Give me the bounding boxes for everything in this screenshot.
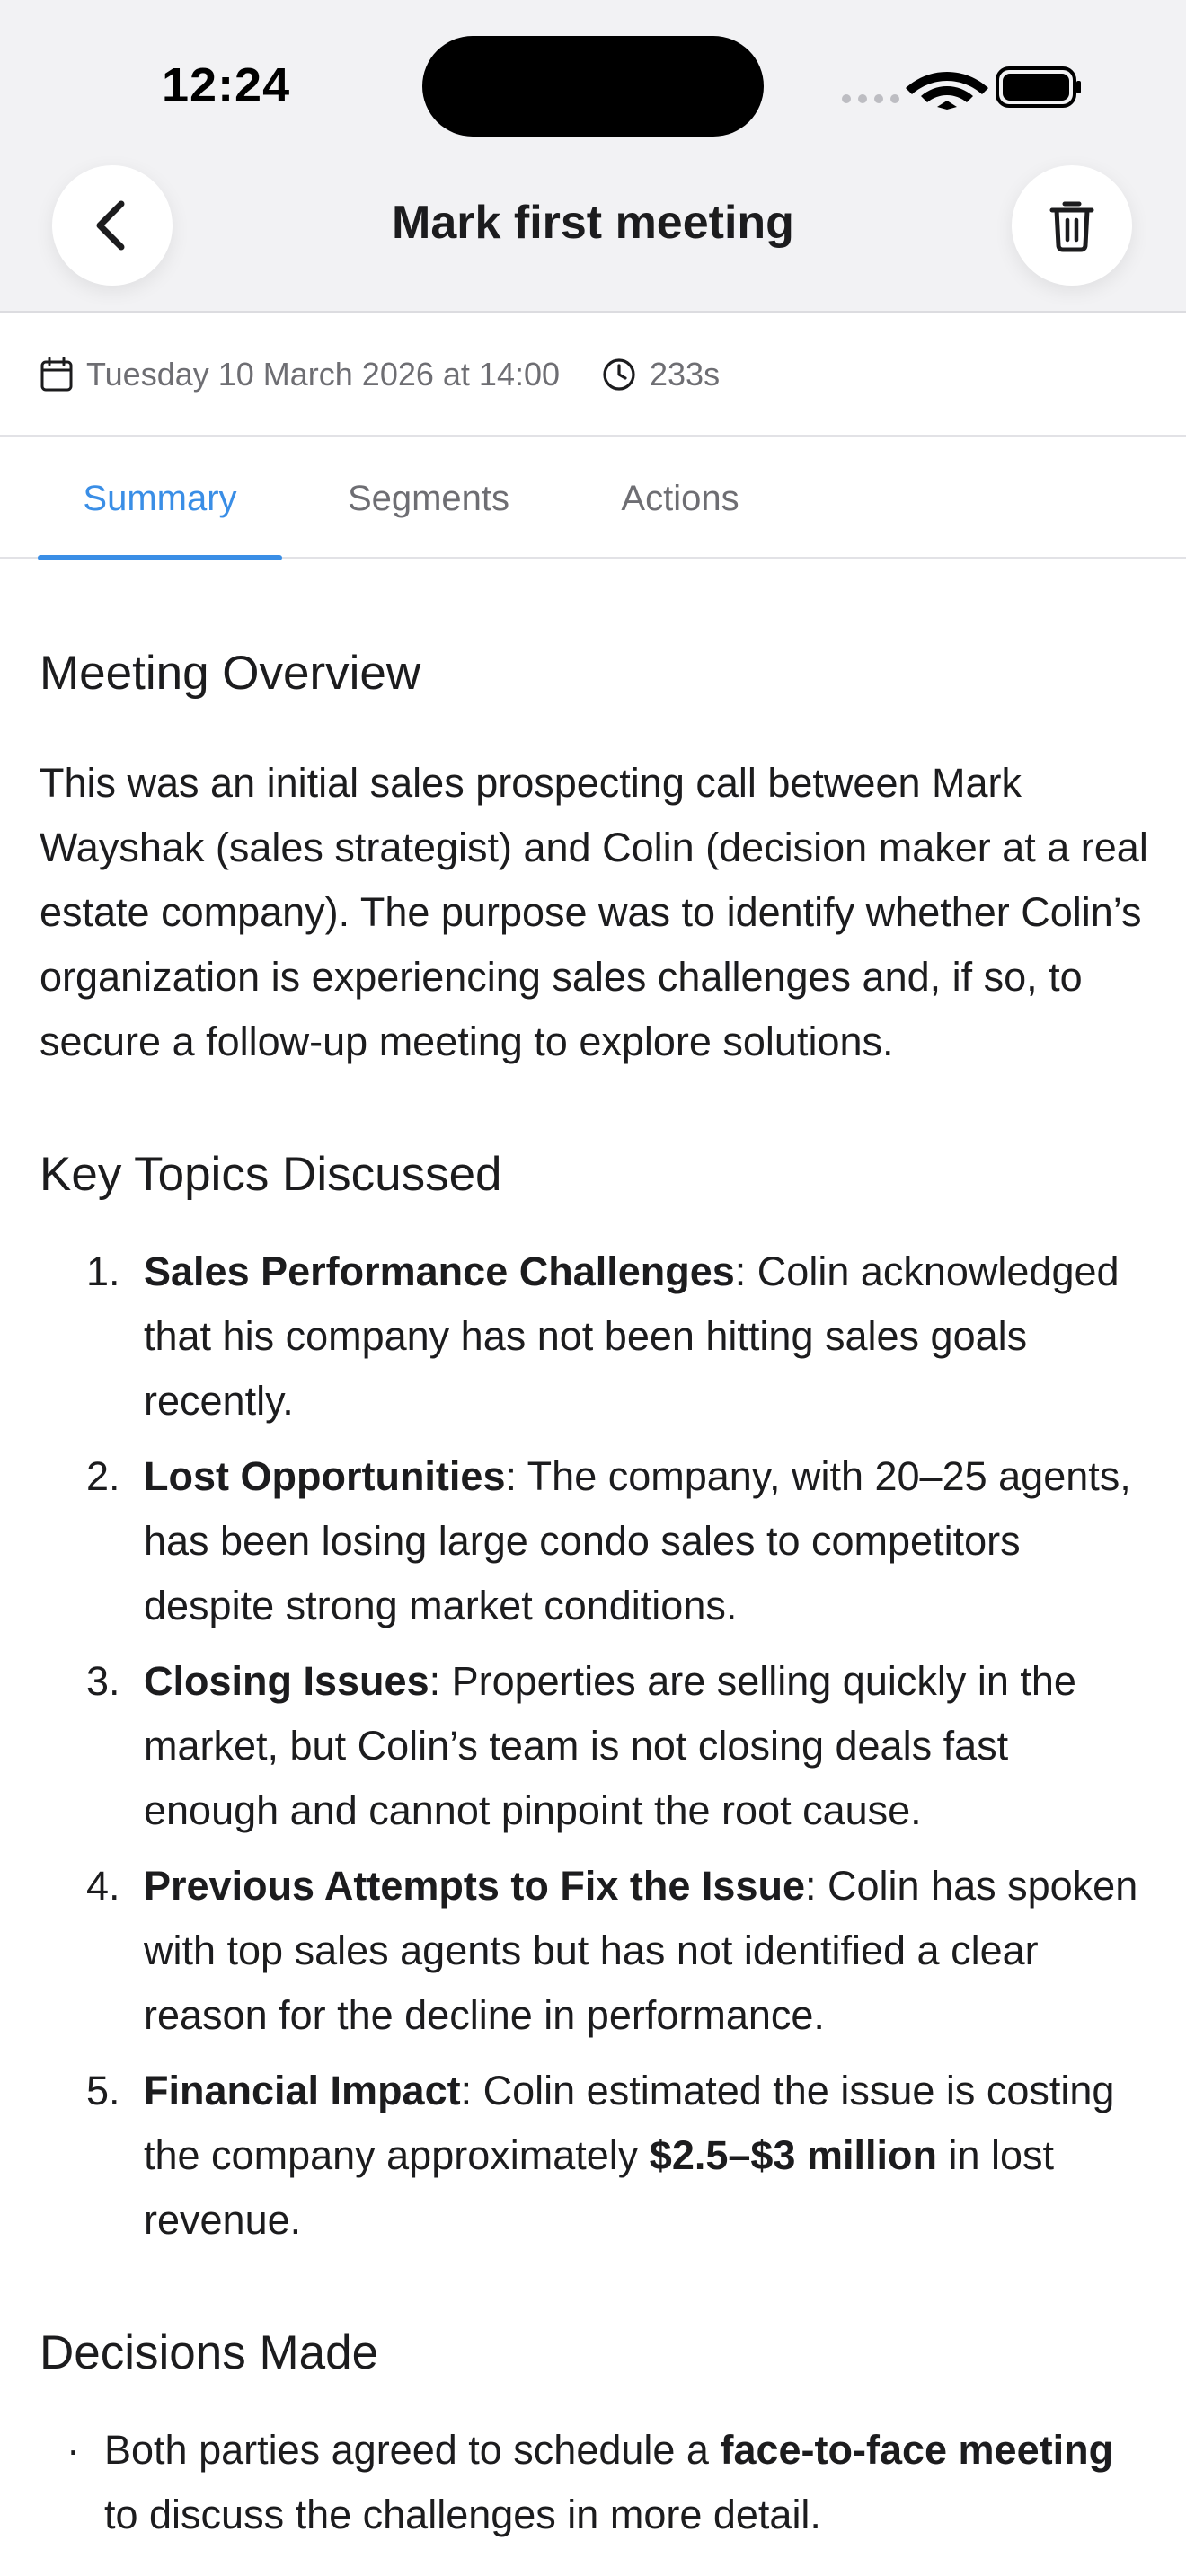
status-bar-time: 12:24	[162, 58, 291, 112]
decision-bold: face-to-face meeting	[720, 2427, 1114, 2473]
cellular-signal-icon	[842, 94, 899, 103]
list-item-number: 4.	[86, 1863, 120, 1909]
dynamic-island	[422, 36, 764, 137]
list-item: 1. Sales Performance Challenges: Colin a…	[40, 1239, 1150, 1434]
topic-bold-value: $2.5–$3 million	[649, 2132, 937, 2178]
decision-text: Both parties agreed to schedule a	[104, 2427, 721, 2473]
tab-actions[interactable]: Actions	[575, 438, 785, 559]
navigation-header: 12:24 Mark first meeting	[0, 0, 1186, 313]
list-item-number: 3.	[86, 1658, 120, 1704]
summary-content: Meeting Overview This was an initial sal…	[40, 559, 1150, 2547]
meeting-meta-row: Tuesday 10 March 2026 at 14:00 233s	[0, 314, 1186, 437]
back-button[interactable]	[52, 165, 173, 286]
status-icons	[839, 65, 1082, 110]
list-item: · Both parties agreed to schedule a face…	[40, 2418, 1150, 2547]
list-item: 3. Closing Issues: Properties are sellin…	[40, 1649, 1150, 1843]
clock-icon	[603, 358, 635, 391]
list-item: 2. Lost Opportunities: The company, with…	[40, 1444, 1150, 1638]
tab-segments[interactable]: Segments	[314, 438, 543, 559]
topic-title: Sales Performance Challenges	[144, 1248, 735, 1294]
topic-title: Financial Impact	[144, 2068, 461, 2113]
overview-heading: Meeting Overview	[40, 647, 421, 700]
trash-icon	[1049, 201, 1094, 252]
chevron-left-icon	[96, 200, 125, 251]
list-item-number: 1.	[86, 1248, 120, 1294]
meeting-duration-text: 233s	[650, 356, 721, 393]
battery-icon	[996, 66, 1081, 108]
meeting-duration: 233s	[601, 356, 720, 393]
meeting-date-text: Tuesday 10 March 2026 at 14:00	[86, 356, 561, 393]
list-item: 5. Financial Impact: Colin estimated the…	[40, 2059, 1150, 2253]
list-item: 4. Previous Attempts to Fix the Issue: C…	[40, 1854, 1150, 2048]
status-icons-svg	[842, 66, 1081, 110]
delete-button[interactable]	[1012, 165, 1132, 286]
topic-title: Lost Opportunities	[144, 1453, 506, 1499]
topics-heading: Key Topics Discussed	[40, 1148, 502, 1201]
topics-list: 1. Sales Performance Challenges: Colin a…	[40, 1239, 1150, 2253]
decisions-list: · Both parties agreed to schedule a face…	[40, 2418, 1150, 2547]
wifi-icon	[906, 72, 988, 110]
bullet: ·	[66, 2427, 80, 2473]
overview-text: This was an initial sales prospecting ca…	[40, 760, 1148, 1064]
calendar-icon	[40, 357, 73, 392]
list-item-number: 5.	[86, 2068, 120, 2113]
tab-summary[interactable]: Summary	[38, 438, 282, 560]
topic-title: Previous Attempts to Fix the Issue	[144, 1863, 805, 1909]
page-title: Mark first meeting	[392, 197, 794, 249]
meeting-date: Tuesday 10 March 2026 at 14:00	[40, 356, 560, 393]
topic-title: Closing Issues	[144, 1658, 429, 1704]
decisions-heading: Decisions Made	[40, 2326, 379, 2379]
decision-text-after: to discuss the challenges in more detail…	[104, 2492, 821, 2537]
list-item-number: 2.	[86, 1453, 120, 1499]
tab-bar: Summary Segments Actions	[0, 438, 1186, 560]
